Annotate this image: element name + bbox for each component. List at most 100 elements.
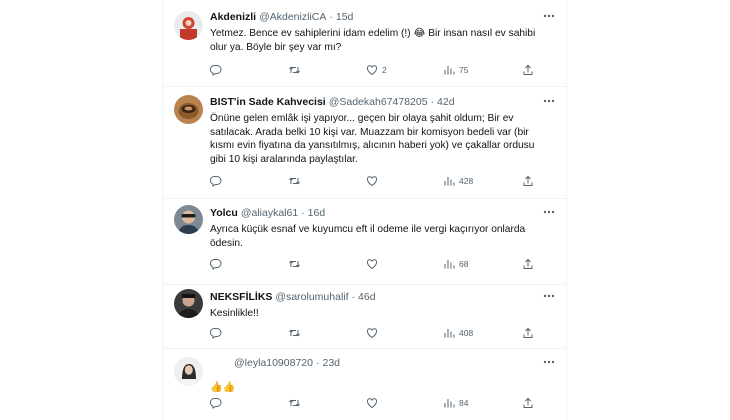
timestamp[interactable]: 46d xyxy=(358,291,376,303)
timestamp[interactable]: 15d xyxy=(336,11,354,23)
share-upload-icon xyxy=(523,258,533,269)
views-bar-chart-icon xyxy=(444,177,455,186)
share-upload-icon xyxy=(523,64,533,75)
like-button[interactable] xyxy=(366,257,382,271)
views-bar-chart-icon xyxy=(444,329,455,338)
views-button[interactable]: 75 xyxy=(443,63,468,77)
reply-tweet[interactable]: NEKSFİLİKS @sarolumuhalif · 46d Kesinlikle!… xyxy=(163,284,566,349)
user-handle[interactable]: @leyla10908720 xyxy=(234,357,313,369)
text-line: olur ya. Böyle bir şey var mı? xyxy=(210,41,342,53)
text-line: Önüne gelen emlâk işi yapıyor... geçen b… xyxy=(210,113,514,124)
like-button[interactable] xyxy=(366,396,382,410)
text-line: Ayrıca küçük esnaf ve kuyumcu eft il ode… xyxy=(210,224,526,235)
retweet-button[interactable] xyxy=(288,174,305,188)
views-count: 408 xyxy=(459,328,474,338)
action-bar: 68 xyxy=(210,257,556,271)
share-button[interactable] xyxy=(522,174,534,188)
reply-button[interactable] xyxy=(210,174,226,188)
retweet-button[interactable] xyxy=(288,396,305,410)
more-icon[interactable] xyxy=(542,94,556,108)
reply-text: 👍👍 xyxy=(210,381,556,395)
reply-header: Akdenizli @AkdenizliCA · 15d xyxy=(210,11,354,23)
display-name[interactable]: Akdenizli xyxy=(210,11,256,23)
views-button[interactable]: 428 xyxy=(443,174,473,188)
share-button[interactable] xyxy=(522,257,534,271)
heart-icon xyxy=(366,259,378,270)
views-count: 428 xyxy=(459,176,474,186)
reply-tweet[interactable]: Akdenizli @AkdenizliCA · 15d Yetmez. Bence … xyxy=(163,0,566,87)
views-count: 75 xyxy=(459,65,469,75)
share-button[interactable] xyxy=(522,326,534,340)
views-bar-chart-icon xyxy=(444,66,455,75)
avatar[interactable] xyxy=(174,205,203,234)
display-name[interactable]: Yolcu xyxy=(210,207,238,219)
share-button[interactable] xyxy=(522,396,534,410)
user-handle[interactable]: @aliaykal61 xyxy=(241,207,298,219)
comment-bubble-icon xyxy=(210,397,222,409)
avatar[interactable] xyxy=(174,95,203,124)
more-icon[interactable] xyxy=(542,9,556,23)
views-button[interactable]: 408 xyxy=(443,326,473,340)
reply-button[interactable] xyxy=(210,257,226,271)
retweet-icon xyxy=(289,177,300,185)
user-handle[interactable]: @AkdenizliCA xyxy=(259,11,326,23)
heart-icon xyxy=(366,176,378,187)
views-button[interactable]: 84 xyxy=(443,396,468,410)
heart-icon xyxy=(366,398,378,409)
views-count: 68 xyxy=(459,259,469,269)
share-upload-icon xyxy=(523,175,533,186)
views-count: 84 xyxy=(459,398,469,408)
text-line: gibi 10 kişi aralarında paylaştılar. xyxy=(210,153,358,165)
text-line: ödesin. xyxy=(210,237,243,249)
views-bar-chart-icon xyxy=(444,399,455,408)
timestamp[interactable]: 16d xyxy=(308,207,326,219)
comment-bubble-icon xyxy=(210,327,222,339)
share-upload-icon xyxy=(523,327,533,338)
reply-text: Önüne gelen emlâk işi yapıyor... geçen b… xyxy=(210,112,556,166)
reply-header: Yolcu @aliaykal61 · 16d xyxy=(210,207,326,219)
share-upload-icon xyxy=(523,397,533,408)
reply-text: Ayrıca küçük esnaf ve kuyumcu eft il ode… xyxy=(210,223,556,250)
timestamp[interactable]: 42d xyxy=(437,96,455,108)
user-handle[interactable]: @Sadekah67478205 xyxy=(329,96,428,108)
avatar[interactable] xyxy=(174,289,203,318)
reply-header: BIST'in Sade Kahvecisi @Sadekah67478205 · 4… xyxy=(210,96,455,108)
like-button[interactable] xyxy=(366,326,382,340)
display-name[interactable]: BIST'in Sade Kahvecisi xyxy=(210,96,326,108)
comment-bubble-icon xyxy=(210,175,222,187)
text-line: satılacak. Arada belki 10 kişi var. Muaz… xyxy=(210,126,529,138)
action-bar: 428 xyxy=(210,174,556,188)
retweet-icon xyxy=(289,329,300,337)
user-handle[interactable]: @sarolumuhalif xyxy=(275,291,348,303)
reply-tweet[interactable]: BIST'in Sade Kahvecisi @Sadekah67478205 · 4… xyxy=(163,86,566,199)
retweet-button[interactable] xyxy=(288,63,305,77)
share-button[interactable] xyxy=(522,63,534,77)
action-bar: 2 75 xyxy=(210,63,556,77)
more-icon[interactable] xyxy=(542,355,556,369)
reply-header: NEKSFİLİKS @sarolumuhalif · 46d xyxy=(210,291,376,303)
retweet-icon xyxy=(289,399,300,407)
retweet-button[interactable] xyxy=(288,326,305,340)
reply-button[interactable] xyxy=(210,396,226,410)
reply-button[interactable] xyxy=(210,326,226,340)
text-line: Yetmez. Bence ev sahiplerini idam edelim… xyxy=(210,28,536,39)
display-name[interactable]: NEKSFİLİKS xyxy=(210,291,272,303)
heart-icon xyxy=(366,65,378,76)
reply-tweet[interactable]: Yolcu @aliaykal61 · 16d Ayrıca küçük esnaf … xyxy=(163,198,566,285)
reply-text: Kesinlikle!! xyxy=(210,307,556,321)
reply-header: @leyla10908720 · 23d xyxy=(234,357,341,369)
timestamp[interactable]: 23d xyxy=(322,357,340,369)
views-button[interactable]: 68 xyxy=(443,257,468,271)
text-line: Kesinlikle!! xyxy=(210,308,259,319)
avatar[interactable] xyxy=(174,357,203,386)
more-icon[interactable] xyxy=(542,289,556,303)
like-button[interactable]: 2 xyxy=(366,63,387,77)
reply-button[interactable] xyxy=(210,63,226,77)
like-count: 2 xyxy=(382,65,387,75)
retweet-button[interactable] xyxy=(288,257,305,271)
avatar[interactable] xyxy=(174,11,203,40)
more-icon[interactable] xyxy=(542,205,556,219)
like-button[interactable] xyxy=(366,174,382,188)
reply-tweet[interactable]: @leyla10908720 · 23d 👍👍 84 xyxy=(163,348,566,420)
action-bar: 84 xyxy=(210,396,556,410)
